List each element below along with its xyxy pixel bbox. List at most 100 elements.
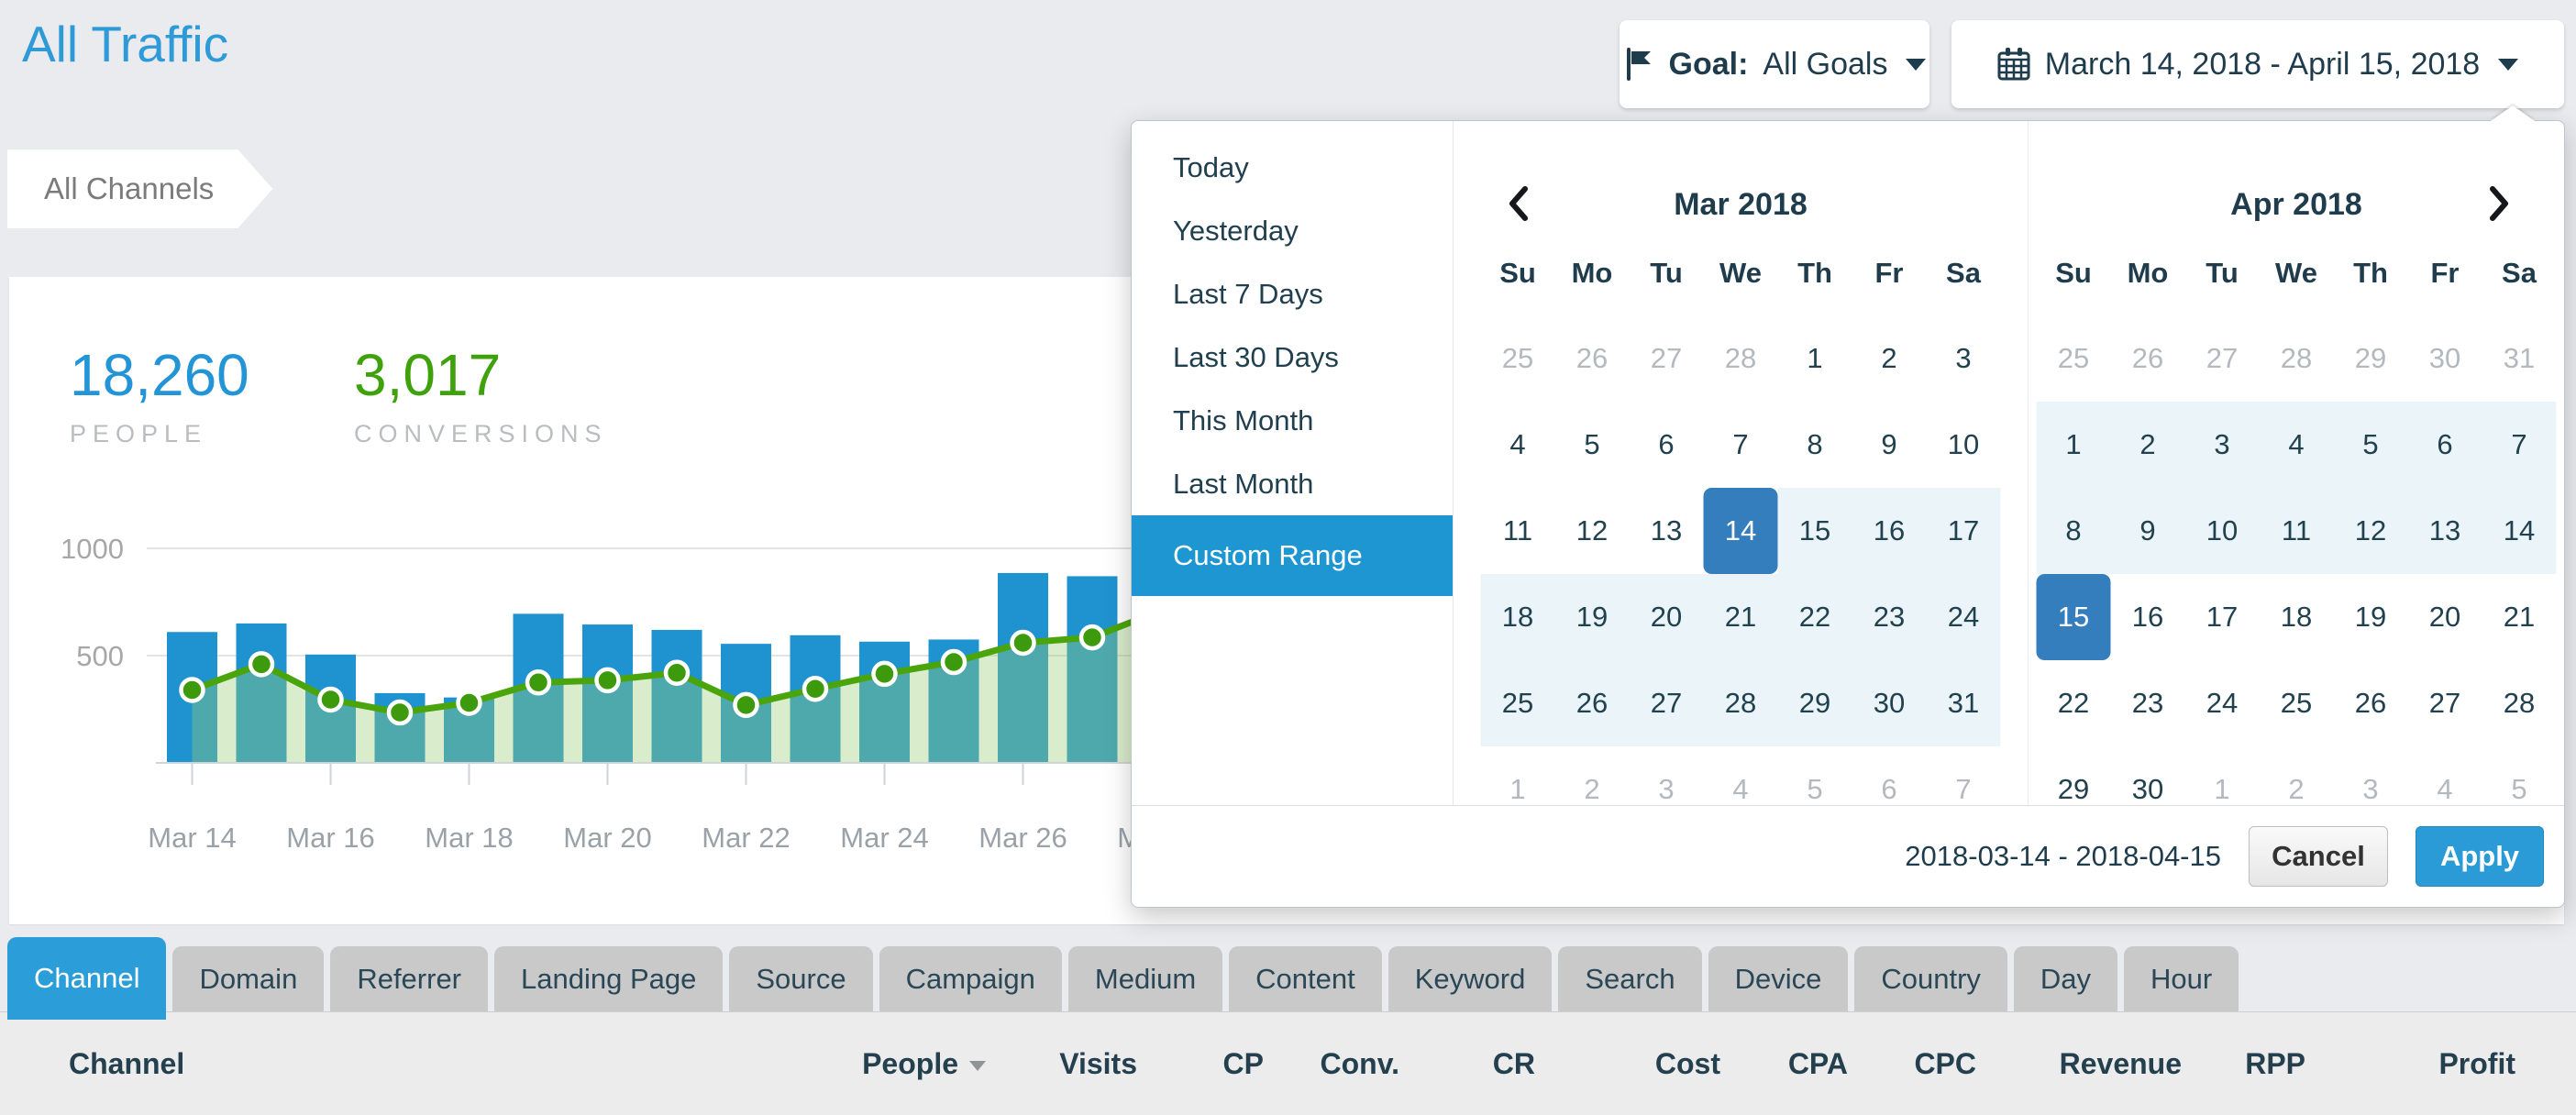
prev-month-button[interactable]: [1490, 176, 1545, 231]
day-cell[interactable]: 6: [2408, 402, 2482, 488]
day-cell[interactable]: 21: [2482, 574, 2557, 660]
day-cell[interactable]: 26: [2111, 315, 2185, 402]
day-cell[interactable]: 24: [1927, 574, 2001, 660]
day-cell[interactable]: 17: [1927, 488, 2001, 574]
day-cell[interactable]: 15: [2037, 574, 2111, 660]
next-month-button[interactable]: [2472, 176, 2527, 231]
column-header-profit[interactable]: Profit: [2305, 1047, 2515, 1081]
day-cell[interactable]: 22: [2037, 660, 2111, 746]
day-cell[interactable]: 27: [2185, 315, 2260, 402]
day-cell[interactable]: 7: [2482, 402, 2557, 488]
day-cell[interactable]: 9: [2111, 488, 2185, 574]
tab-domain[interactable]: Domain: [172, 946, 324, 1011]
day-cell[interactable]: 4: [1481, 402, 1555, 488]
day-cell[interactable]: 12: [2334, 488, 2408, 574]
day-cell[interactable]: 20: [1630, 574, 1704, 660]
day-cell[interactable]: 22: [1778, 574, 1852, 660]
day-cell[interactable]: 16: [1852, 488, 1927, 574]
day-cell[interactable]: 18: [1481, 574, 1555, 660]
day-cell[interactable]: 11: [1481, 488, 1555, 574]
tab-content[interactable]: Content: [1229, 946, 1382, 1011]
day-cell[interactable]: 25: [2037, 315, 2111, 402]
column-header-conv[interactable]: Conv.: [1264, 1047, 1399, 1081]
day-cell[interactable]: 28: [2482, 660, 2557, 746]
column-header-rpp[interactable]: RPP: [2182, 1047, 2305, 1081]
tab-campaign[interactable]: Campaign: [879, 946, 1062, 1011]
day-cell[interactable]: 30: [2408, 315, 2482, 402]
tab-keyword[interactable]: Keyword: [1388, 946, 1553, 1011]
day-cell[interactable]: 2: [2111, 402, 2185, 488]
day-cell[interactable]: 11: [2260, 488, 2334, 574]
tab-referrer[interactable]: Referrer: [330, 946, 488, 1011]
column-header-channel[interactable]: Channel: [0, 1047, 798, 1081]
day-cell[interactable]: 30: [1852, 660, 1927, 746]
tab-channel[interactable]: Channel: [7, 937, 166, 1020]
day-cell[interactable]: 8: [1778, 402, 1852, 488]
day-cell[interactable]: 10: [1927, 402, 2001, 488]
tab-country[interactable]: Country: [1854, 946, 2007, 1011]
day-cell[interactable]: 10: [2185, 488, 2260, 574]
day-cell[interactable]: 29: [2334, 315, 2408, 402]
day-cell[interactable]: 14: [1704, 488, 1778, 574]
day-cell[interactable]: 21: [1704, 574, 1778, 660]
day-cell[interactable]: 15: [1778, 488, 1852, 574]
day-cell[interactable]: 31: [1927, 660, 2001, 746]
range-item-this-month[interactable]: This Month: [1132, 389, 1453, 452]
day-cell[interactable]: 26: [1555, 315, 1630, 402]
column-header-cpc[interactable]: CPC: [1848, 1047, 1976, 1081]
column-header-revenue[interactable]: Revenue: [1976, 1047, 2182, 1081]
day-cell[interactable]: 27: [2408, 660, 2482, 746]
day-cell[interactable]: 23: [2111, 660, 2185, 746]
tab-landing-page[interactable]: Landing Page: [494, 946, 723, 1011]
column-header-cr[interactable]: CR: [1399, 1047, 1535, 1081]
day-cell[interactable]: 25: [1481, 315, 1555, 402]
day-cell[interactable]: 9: [1852, 402, 1927, 488]
day-cell[interactable]: 27: [1630, 315, 1704, 402]
day-cell[interactable]: 24: [2185, 660, 2260, 746]
tab-device[interactable]: Device: [1708, 946, 1849, 1011]
day-cell[interactable]: 7: [1704, 402, 1778, 488]
day-cell[interactable]: 13: [2408, 488, 2482, 574]
column-header-visits[interactable]: Visits: [986, 1047, 1137, 1081]
day-cell[interactable]: 25: [1481, 660, 1555, 746]
day-cell[interactable]: 8: [2037, 488, 2111, 574]
day-cell[interactable]: 28: [1704, 660, 1778, 746]
day-cell[interactable]: 18: [2260, 574, 2334, 660]
apply-button[interactable]: Apply: [2416, 826, 2544, 887]
day-cell[interactable]: 5: [1555, 402, 1630, 488]
column-header-cp[interactable]: CP: [1137, 1047, 1264, 1081]
day-cell[interactable]: 1: [2037, 402, 2111, 488]
day-cell[interactable]: 19: [1555, 574, 1630, 660]
day-cell[interactable]: 17: [2185, 574, 2260, 660]
day-cell[interactable]: 31: [2482, 315, 2557, 402]
tab-source[interactable]: Source: [729, 946, 872, 1011]
day-cell[interactable]: 1: [1778, 315, 1852, 402]
tab-medium[interactable]: Medium: [1068, 946, 1222, 1011]
column-header-people[interactable]: People: [798, 1047, 986, 1081]
day-cell[interactable]: 19: [2334, 574, 2408, 660]
column-header-cost[interactable]: Cost: [1535, 1047, 1720, 1081]
day-cell[interactable]: 25: [2260, 660, 2334, 746]
tab-hour[interactable]: Hour: [2124, 946, 2239, 1011]
range-item-yesterday[interactable]: Yesterday: [1132, 199, 1453, 262]
day-cell[interactable]: 28: [2260, 315, 2334, 402]
daterange-button[interactable]: March 14, 2018 - April 15, 2018: [1951, 20, 2564, 108]
day-cell[interactable]: 2: [1852, 315, 1927, 402]
goal-selector-button[interactable]: Goal: All Goals: [1620, 20, 1929, 108]
day-cell[interactable]: 12: [1555, 488, 1630, 574]
day-cell[interactable]: 3: [2185, 402, 2260, 488]
breadcrumb-all-channels[interactable]: All Channels: [7, 149, 272, 228]
day-cell[interactable]: 4: [2260, 402, 2334, 488]
day-cell[interactable]: 26: [1555, 660, 1630, 746]
day-cell[interactable]: 5: [2334, 402, 2408, 488]
range-item-last-month[interactable]: Last Month: [1132, 452, 1453, 515]
day-cell[interactable]: 3: [1927, 315, 2001, 402]
day-cell[interactable]: 20: [2408, 574, 2482, 660]
day-cell[interactable]: 13: [1630, 488, 1704, 574]
column-header-cpa[interactable]: CPA: [1720, 1047, 1848, 1081]
range-item-last-7-days[interactable]: Last 7 Days: [1132, 262, 1453, 326]
day-cell[interactable]: 16: [2111, 574, 2185, 660]
range-item-last-30-days[interactable]: Last 30 Days: [1132, 326, 1453, 389]
day-cell[interactable]: 23: [1852, 574, 1927, 660]
range-item-custom-range[interactable]: Custom Range: [1132, 515, 1453, 596]
